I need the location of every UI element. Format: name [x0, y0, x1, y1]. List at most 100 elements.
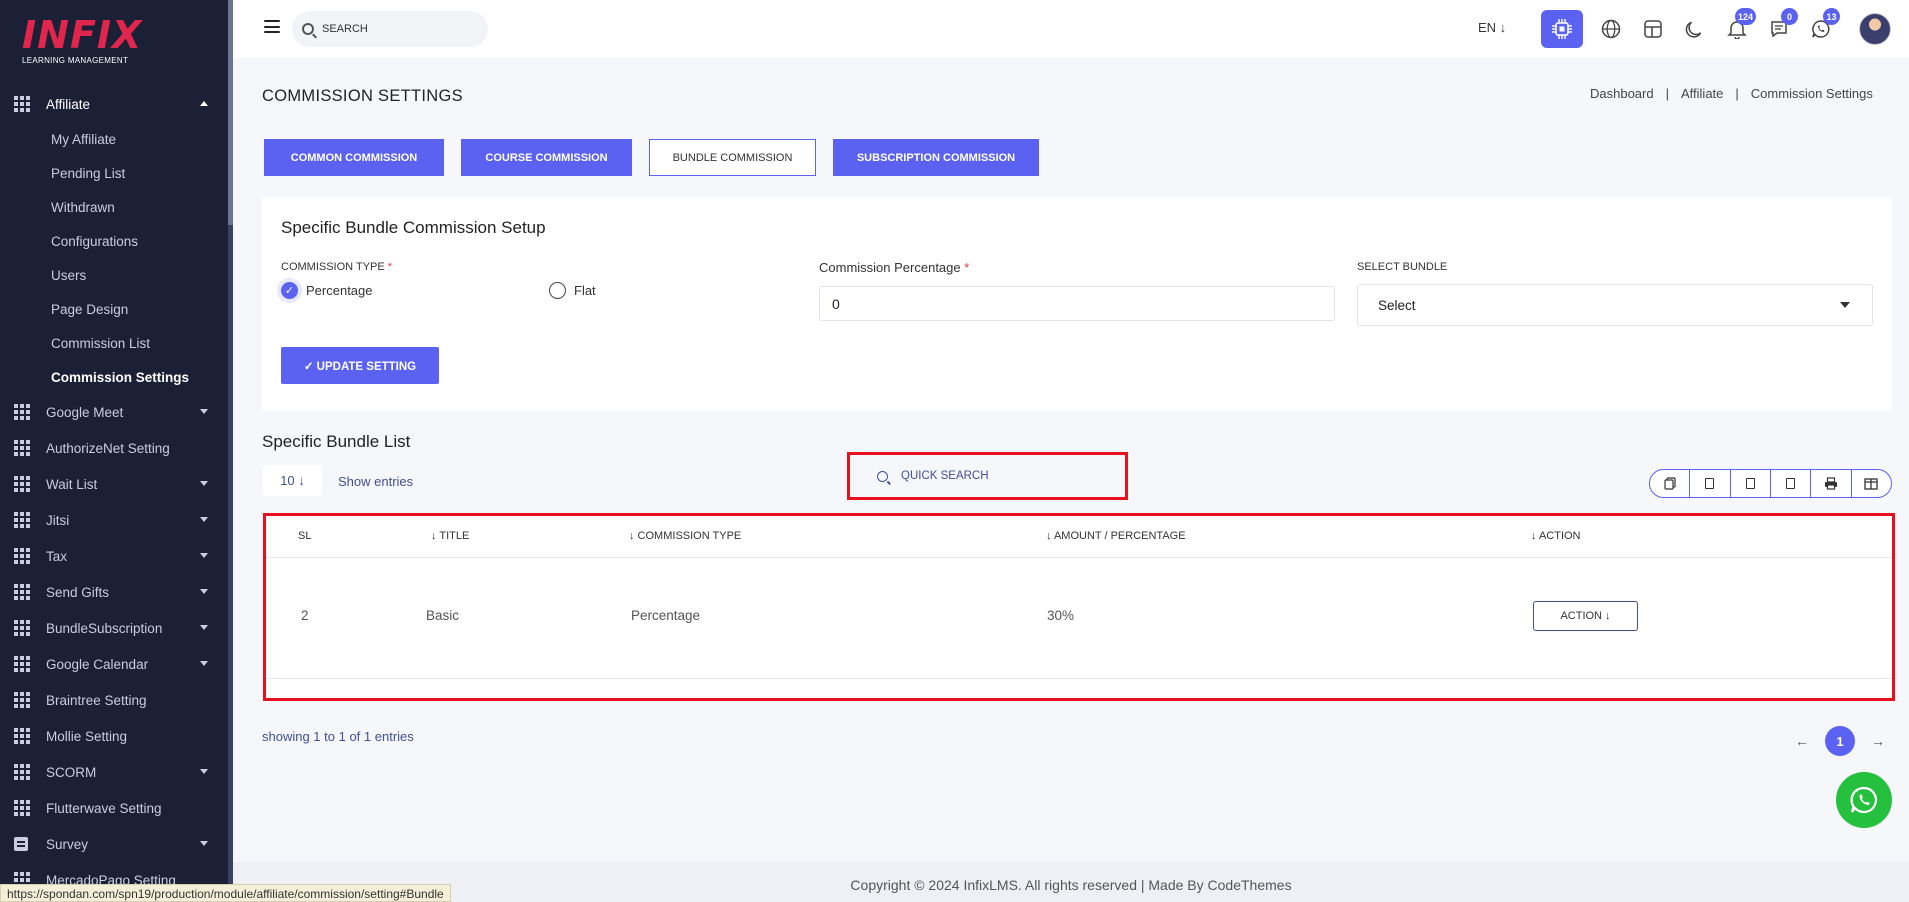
sidebar-item-affiliate[interactable]: Affiliate	[0, 86, 228, 122]
globe-icon[interactable]	[1590, 10, 1632, 48]
radio-flat-label: Flat	[574, 283, 596, 298]
breadcrumb-dashboard[interactable]: Dashboard	[1590, 86, 1654, 101]
sidebar-item-tax[interactable]: Tax	[0, 538, 228, 574]
commission-percentage-label-text: Commission Percentage	[819, 260, 961, 275]
caret-down-icon	[1840, 302, 1850, 308]
sidebar-item-survey[interactable]: Survey	[0, 826, 228, 862]
row-action-button[interactable]: ACTION ↓	[1533, 601, 1638, 631]
chevron-down-icon	[200, 769, 208, 774]
previous-page-arrow-icon[interactable]: ←	[1787, 733, 1817, 749]
breadcrumb-separator: |	[1735, 86, 1739, 101]
radio-flat[interactable]: Flat	[549, 282, 596, 299]
sidebar-item-send-gifts[interactable]: Send Gifts	[0, 574, 228, 610]
sidebar-item-commission-settings[interactable]: Commission Settings	[0, 360, 228, 394]
breadcrumb-commission-settings[interactable]: Commission Settings	[1751, 86, 1873, 101]
search-input[interactable]	[322, 23, 472, 35]
logo[interactable]: INFIX LEARNING MANAGEMENT	[22, 16, 142, 70]
select-bundle-dropdown[interactable]: Select	[1357, 284, 1873, 326]
sidebar-item-my-affiliate[interactable]: My Affiliate	[0, 122, 228, 156]
column-amount-percentage[interactable]: ↓ AMOUNT / PERCENTAGE	[1046, 530, 1186, 542]
csv-file-icon[interactable]	[1729, 470, 1770, 497]
sidebar-item-commission-list[interactable]: Commission List	[0, 326, 228, 360]
tab-subscription-commission[interactable]: SUBSCRIPTION COMMISSION	[833, 139, 1039, 176]
chevron-up-icon	[200, 101, 208, 106]
tab-course-commission[interactable]: COURSE COMMISSION	[461, 139, 632, 176]
tab-bundle-commission[interactable]: BUNDLE COMMISSION	[649, 139, 816, 176]
column-commission-type[interactable]: ↓ COMMISSION TYPE	[629, 530, 741, 542]
notification-bell-icon[interactable]: 124	[1716, 8, 1758, 48]
page-number-button[interactable]: 1	[1825, 726, 1855, 756]
quick-search-input[interactable]: QUICK SEARCH	[847, 452, 1128, 500]
column-sl[interactable]: SL	[298, 530, 311, 542]
sidebar-item-mollie-setting[interactable]: Mollie Setting	[0, 718, 228, 754]
column-action[interactable]: ↓ ACTION	[1531, 530, 1581, 542]
layout-icon[interactable]	[1632, 10, 1674, 48]
column-title[interactable]: ↓ TITLE	[431, 530, 469, 542]
sidebar-scrollbar[interactable]	[228, 0, 233, 902]
chevron-down-icon	[200, 517, 208, 522]
commission-percentage-input[interactable]: 0	[819, 286, 1335, 321]
sidebar-item-label: Flutterwave Setting	[46, 800, 162, 816]
cpu-chip-icon[interactable]	[1541, 10, 1583, 48]
radio-percentage[interactable]: ✓ Percentage	[281, 282, 373, 299]
sidebar-item-label: BundleSubscription	[46, 620, 163, 636]
commission-type-label: COMMISSION TYPE *	[281, 261, 392, 273]
chevron-down-icon	[200, 589, 208, 594]
chat-message-icon[interactable]: 0	[1758, 8, 1800, 48]
sidebar-item-flutterwave-setting[interactable]: Flutterwave Setting	[0, 790, 228, 826]
pdf-file-icon[interactable]	[1769, 470, 1810, 497]
copy-icon[interactable]	[1650, 470, 1689, 497]
sidebar-item-label: Braintree Setting	[46, 692, 147, 708]
cell-sl: 2	[301, 608, 309, 623]
list-title: Specific Bundle List	[262, 432, 411, 451]
sidebar-item-google-meet[interactable]: Google Meet	[0, 394, 228, 430]
language-selector[interactable]: EN ↓	[1478, 20, 1506, 35]
sidebar-item-pending-list[interactable]: Pending List	[0, 156, 228, 190]
excel-file-icon[interactable]	[1689, 470, 1729, 497]
whatsapp-count-badge: 13	[1823, 8, 1840, 25]
cell-title: Basic	[426, 608, 460, 623]
sidebar-item-google-calendar[interactable]: Google Calendar	[0, 646, 228, 682]
whatsapp-icon	[1850, 786, 1878, 814]
print-icon[interactable]	[1810, 470, 1850, 497]
logo-subtitle: LEARNING MANAGEMENT	[22, 56, 129, 65]
sidebar-item-page-design[interactable]: Page Design	[0, 292, 228, 326]
tab-common-commission[interactable]: COMMON COMMISSION	[264, 139, 444, 176]
breadcrumb-affiliate[interactable]: Affiliate	[1681, 86, 1723, 101]
table-header: SL ↓ TITLE ↓ COMMISSION TYPE ↓ AMOUNT / …	[266, 516, 1892, 558]
status-bar-url: https://spondan.com/spn19/production/mod…	[0, 884, 451, 902]
footer: Copyright © 2024 InfixLMS. All rights re…	[233, 862, 1909, 902]
breadcrumb: Dashboard | Affiliate | Commission Setti…	[1590, 86, 1873, 101]
breadcrumb-separator: |	[1665, 86, 1669, 101]
sidebar-item-jitsi[interactable]: Jitsi	[0, 502, 228, 538]
sidebar-item-authorizenet-setting[interactable]: AuthorizeNet Setting	[0, 430, 228, 466]
entries-per-page-select[interactable]: 10 ↓	[263, 465, 322, 496]
user-avatar[interactable]	[1859, 13, 1891, 45]
search-icon	[877, 470, 888, 482]
grid-icon	[14, 620, 30, 636]
sidebar-item-label: Wait List	[46, 476, 98, 492]
hamburger-menu-icon[interactable]	[264, 20, 280, 33]
grid-icon	[14, 404, 30, 420]
sidebar-item-label: AuthorizeNet Setting	[46, 440, 170, 456]
dark-mode-moon-icon[interactable]	[1674, 10, 1716, 48]
sidebar-item-wait-list[interactable]: Wait List	[0, 466, 228, 502]
update-setting-button[interactable]: ✓ UPDATE SETTING	[281, 347, 439, 384]
sidebar-item-bundlesubscription[interactable]: BundleSubscription	[0, 610, 228, 646]
sidebar-item-withdrawn[interactable]: Withdrawn	[0, 190, 228, 224]
cell-commission-type: Percentage	[631, 608, 701, 623]
sidebar-item-braintree-setting[interactable]: Braintree Setting	[0, 682, 228, 718]
survey-icon	[14, 837, 28, 851]
required-mark: *	[964, 260, 970, 275]
sidebar-item-users[interactable]: Users	[0, 258, 228, 292]
chevron-down-icon	[200, 409, 208, 414]
commission-type-label-text: COMMISSION TYPE	[281, 261, 385, 273]
search-box[interactable]	[292, 11, 488, 47]
whatsapp-float-button[interactable]	[1836, 772, 1892, 828]
columns-icon[interactable]	[1850, 470, 1891, 497]
sidebar-item-label: SCORM	[46, 764, 97, 780]
next-page-arrow-icon[interactable]: →	[1863, 733, 1893, 749]
sidebar-item-scorm[interactable]: SCORM	[0, 754, 228, 790]
whatsapp-chat-icon[interactable]: 13	[1800, 8, 1842, 48]
sidebar-item-configurations[interactable]: Configurations	[0, 224, 228, 258]
